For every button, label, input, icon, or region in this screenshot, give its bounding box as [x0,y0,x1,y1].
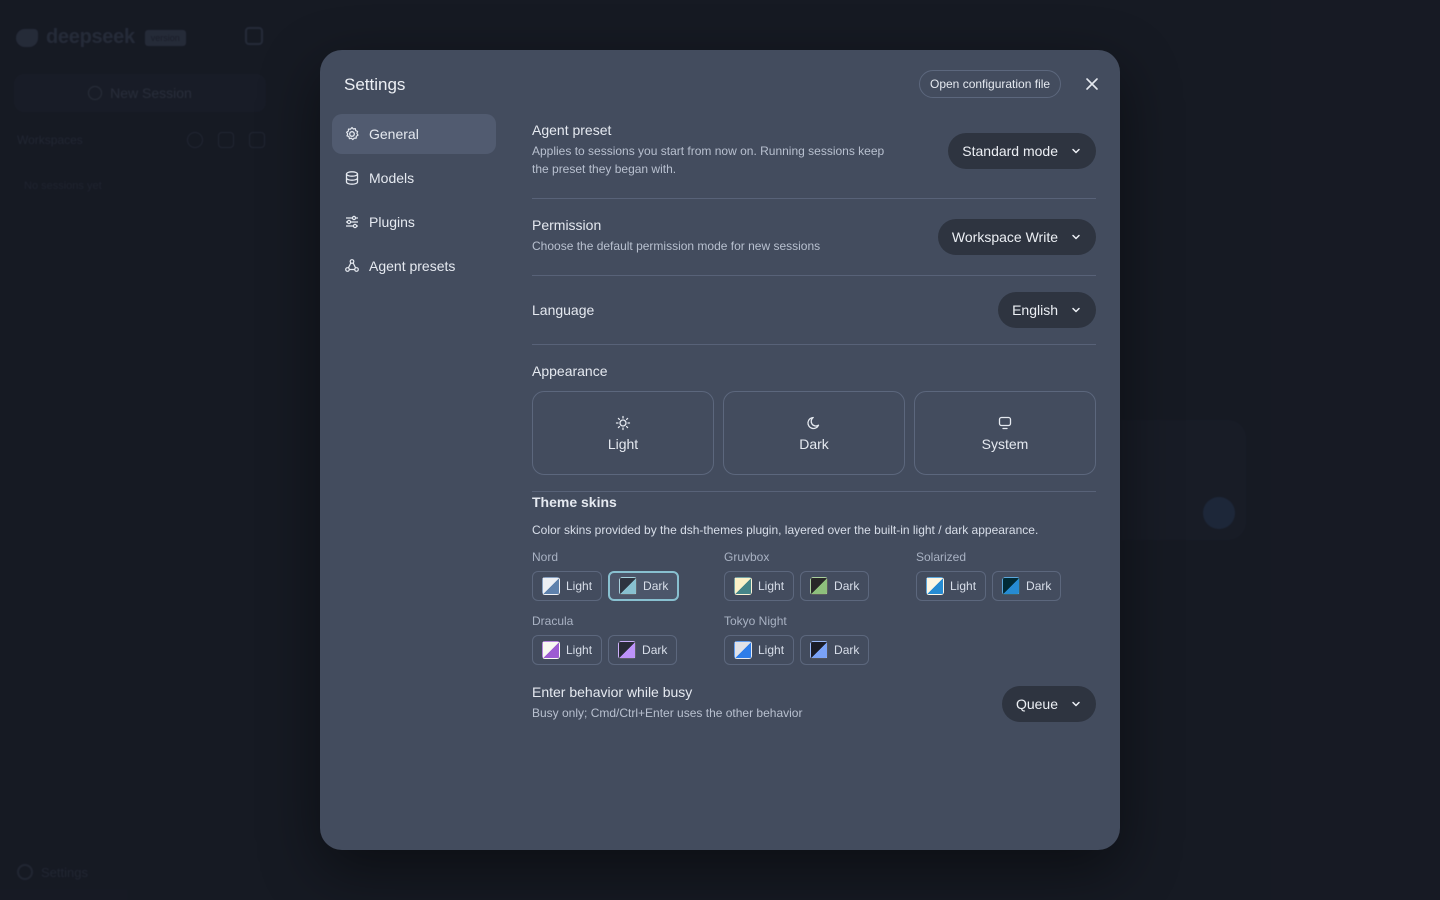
swatch-icon [542,641,560,659]
appearance-light-option[interactable]: Light [532,391,714,475]
skin-solarized-light-button[interactable]: Light [916,571,987,601]
swatch-icon [542,577,560,595]
appearance-title: Appearance [532,363,608,379]
skin-button-label: Light [566,643,593,657]
gear-icon [346,126,359,141]
swatch-icon [810,577,829,595]
sliders-icon [346,215,358,229]
skin-button-label: Dark [643,579,669,593]
close-icon [1086,78,1098,90]
skin-group-gruvbox: Gruvbox Light Dark [724,550,870,601]
swatch-icon [1002,577,1021,595]
settings-modal: Settings Open configuration file General… [320,50,1120,850]
skin-solarized-dark-button[interactable]: Dark [992,571,1062,601]
permission-value: Workspace Write [951,229,1058,245]
swatch-icon [926,577,944,595]
appearance-option-label: Dark [799,435,829,452]
nav-item-label: Models [369,170,415,186]
open-config-button[interactable]: Open configuration file [919,70,1062,98]
nav-item-label: Agent presets [369,258,456,274]
appearance-dark-option[interactable]: Dark [723,391,905,475]
swatch-icon [734,641,752,659]
modal-title: Settings [344,75,406,94]
theme-skins-title: Theme skins [532,494,617,510]
permission-row: Permission Choose the default permission… [532,217,1096,255]
chevron-down-icon [1072,701,1080,707]
appearance-row: Appearance [532,363,1096,379]
nav-item-label: Plugins [369,214,415,230]
divider [532,275,1096,276]
nav-item-general[interactable]: General [332,114,496,154]
skin-button-label: Light [758,579,785,593]
chevron-down-icon [1072,148,1080,154]
agent-preset-description: Applies to sessions you start from now o… [532,144,885,176]
agent-preset-select[interactable]: Standard mode [948,133,1096,169]
skin-dracula-light-button[interactable]: Light [532,635,603,665]
permission-select[interactable]: Workspace Write [937,219,1096,255]
settings-nav: General Models Plugins Agent presets [332,114,496,290]
close-button[interactable] [1082,74,1102,94]
divider [532,491,1096,492]
skin-button-label: Dark [642,643,668,657]
agent-preset-value: Standard mode [962,143,1058,159]
skin-gruvbox-dark-button[interactable]: Dark [800,571,870,601]
skin-button-label: Dark [834,643,860,657]
database-icon [345,171,359,185]
enter-behavior-row: Enter behavior while busy Busy only; Cmd… [532,684,1096,722]
swatch-icon [810,641,829,659]
skin-button-label: Light [758,643,785,657]
nav-item-label: General [369,126,419,142]
skin-group-name: Solarized [916,550,967,564]
skin-group-dracula: Dracula Light Dark [532,614,678,665]
skin-group-name: Dracula [532,614,574,628]
swatch-icon [734,577,752,595]
appearance-system-option[interactable]: System [914,391,1096,475]
enter-behavior-value: Queue [1015,696,1058,712]
chevron-down-icon [1072,234,1080,240]
skin-group-solarized: Solarized Light Dark [916,550,1062,601]
language-row: Language English [532,292,1096,328]
swatch-icon [619,577,638,595]
swatch-icon [618,641,637,659]
appearance-option-label: Light [607,435,639,452]
agent-preset-row: Agent preset Applies to sessions you sta… [532,122,1096,178]
skin-nord-light-button[interactable]: Light [532,571,603,601]
skin-button-label: Dark [834,579,860,593]
sun-icon [615,415,631,430]
skin-tokyo-night-dark-button[interactable]: Dark [800,635,870,665]
skin-group-nord: Nord Light Dark [532,550,680,601]
language-value: English [1012,302,1058,318]
nav-item-agent-presets[interactable]: Agent presets [332,246,496,286]
skin-tokyo-night-light-button[interactable]: Light [724,635,795,665]
monitor-icon [998,416,1012,429]
skin-button-label: Dark [1026,579,1052,593]
skin-button-label: Light [566,579,593,593]
skin-group-name: Nord [532,550,559,564]
skin-gruvbox-light-button[interactable]: Light [724,571,795,601]
chevron-down-icon [1072,307,1080,313]
theme-skins-row: Theme skins Color skins provided by the … [532,494,1096,539]
skin-dracula-dark-button[interactable]: Dark [608,635,678,665]
skin-group-name: Tokyo Night [724,614,787,628]
enter-behavior-select[interactable]: Queue [1001,686,1096,722]
skin-nord-dark-button[interactable]: Dark [608,571,680,601]
appearance-option-label: System [981,435,1029,452]
appearance-options: Light Dark System [532,391,1096,475]
nav-item-plugins[interactable]: Plugins [332,202,496,242]
moon-icon [807,416,820,429]
divider [532,344,1096,345]
language-select[interactable]: English [998,292,1096,328]
skin-button-label: Light [950,579,977,593]
skin-group-tokyo-night: Tokyo Night Light Dark [724,614,870,665]
theme-skins-description: Color skins provided by the dsh-themes p… [532,523,1039,537]
divider [532,198,1096,199]
agent-icon [345,259,359,272]
nav-item-models[interactable]: Models [332,158,496,198]
skin-group-name: Gruvbox [724,550,770,564]
